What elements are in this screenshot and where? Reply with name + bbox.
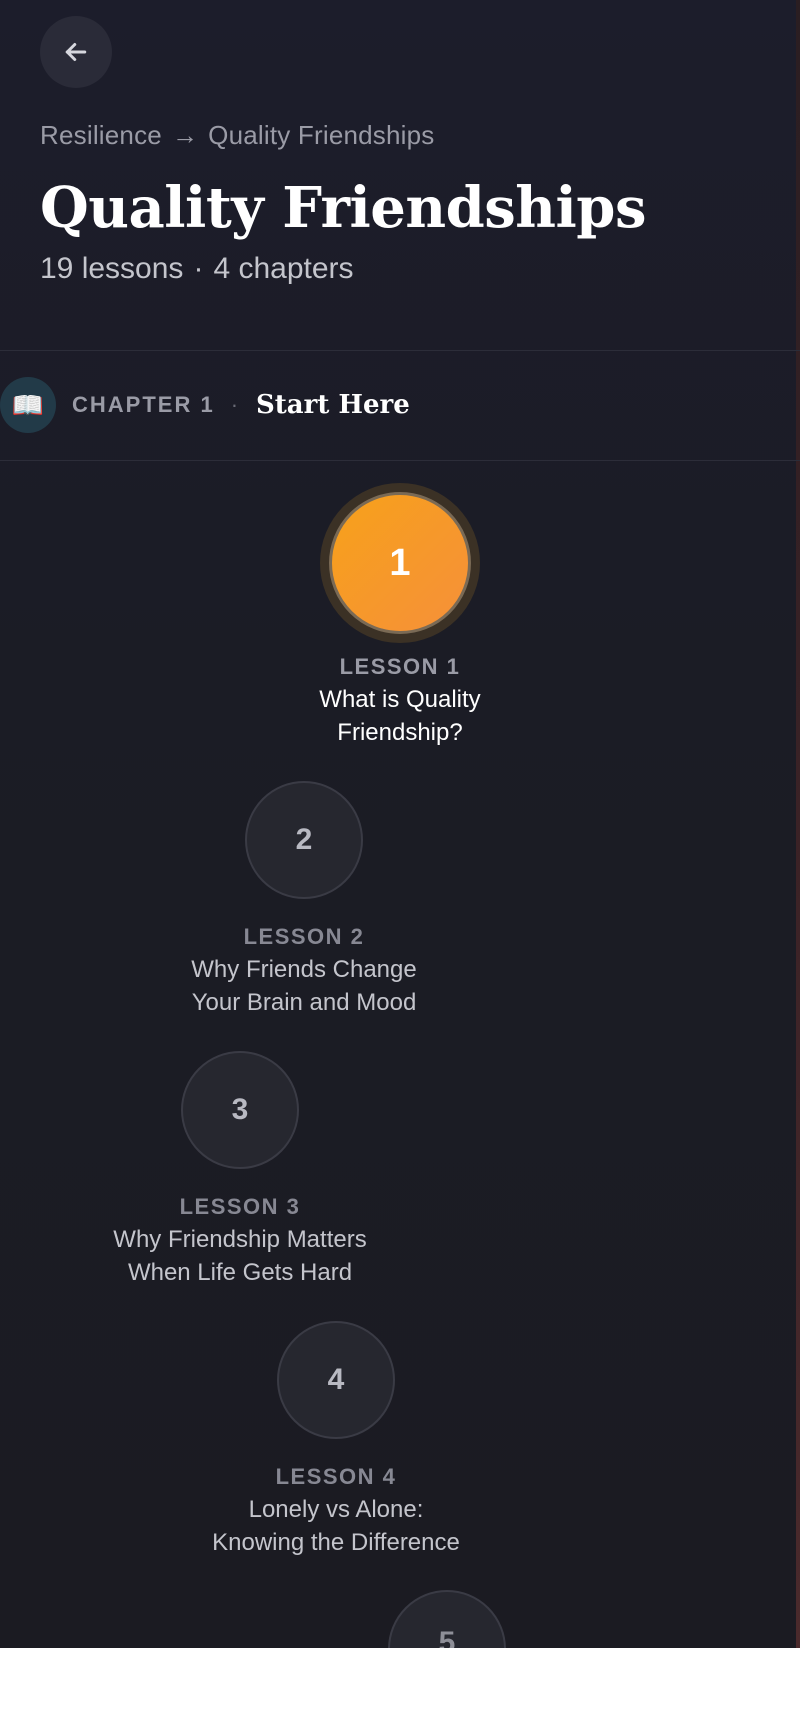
lesson-item-3[interactable]: 3 LESSON 3 Why Friendship Matters When L… bbox=[90, 1051, 390, 1289]
lesson-title-line: Friendship? bbox=[337, 719, 463, 746]
open-book-icon: 📖 bbox=[0, 377, 56, 433]
lesson-title: Why Friendship Matters When Life Gets Ha… bbox=[90, 1223, 390, 1289]
lesson-node[interactable]: 2 bbox=[245, 781, 363, 899]
lesson-label: LESSON 4 bbox=[275, 1464, 397, 1489]
lesson-node-5[interactable]: 5 bbox=[388, 1590, 506, 1648]
lesson-title-line: Lonely vs Alone: bbox=[248, 1496, 424, 1523]
lesson-path-screen: Resilience → Quality Friendships Quality… bbox=[0, 0, 800, 1648]
chapter-label: CHAPTER 1 bbox=[72, 392, 215, 417]
lesson-item-4[interactable]: 4 LESSON 4 Lonely vs Alone: Knowing the … bbox=[186, 1321, 486, 1559]
lesson-title: Why Friends Change Your Brain and Mood bbox=[154, 953, 454, 1019]
stats-separator: · bbox=[193, 252, 204, 285]
page-title: Quality Friendships bbox=[40, 175, 646, 241]
lesson-title-line: Why Friendship Matters bbox=[113, 1226, 367, 1253]
chapter-header: 📖 CHAPTER 1 · Start Here bbox=[0, 351, 800, 459]
course-stats: 19 lessons · 4 chapters bbox=[40, 252, 354, 286]
breadcrumb-current: Quality Friendships bbox=[208, 120, 435, 150]
lesson-count: 19 lessons bbox=[40, 252, 184, 285]
chapter-name: Start Here bbox=[256, 390, 410, 420]
breadcrumb-separator-icon: → bbox=[171, 120, 199, 150]
lesson-item-2[interactable]: 2 LESSON 2 Why Friends Change Your Brain… bbox=[154, 781, 454, 1019]
edge-glow bbox=[796, 0, 800, 1648]
lesson-title-line: Knowing the Difference bbox=[212, 1529, 460, 1556]
lesson-label: LESSON 1 bbox=[339, 654, 461, 679]
lesson-title-line: What is Quality bbox=[319, 686, 481, 713]
lesson-title-line: Your Brain and Mood bbox=[191, 989, 417, 1016]
lesson-node[interactable]: 1 bbox=[329, 492, 471, 634]
back-button[interactable] bbox=[40, 16, 112, 88]
lesson-item-1[interactable]: 1 LESSON 1 What is Quality Friendship? bbox=[250, 483, 550, 749]
chapter-count: 4 chapters bbox=[213, 252, 354, 285]
lesson-title: What is Quality Friendship? bbox=[250, 683, 550, 749]
lesson-title: Lonely vs Alone: Knowing the Difference bbox=[186, 1493, 486, 1559]
lesson-node-ring: 1 bbox=[320, 483, 480, 643]
lesson-node[interactable]: 4 bbox=[277, 1321, 395, 1439]
divider bbox=[0, 460, 800, 461]
chapter-separator: · bbox=[230, 392, 239, 417]
breadcrumb: Resilience → Quality Friendships bbox=[40, 120, 435, 151]
lesson-title-line: When Life Gets Hard bbox=[127, 1259, 353, 1286]
breadcrumb-parent[interactable]: Resilience bbox=[40, 120, 162, 151]
arrow-left-icon bbox=[65, 43, 87, 61]
lesson-node[interactable]: 3 bbox=[181, 1051, 299, 1169]
lesson-title-line: Why Friends Change bbox=[191, 956, 417, 983]
lesson-label: LESSON 3 bbox=[179, 1194, 301, 1219]
lesson-label: LESSON 2 bbox=[243, 924, 365, 949]
